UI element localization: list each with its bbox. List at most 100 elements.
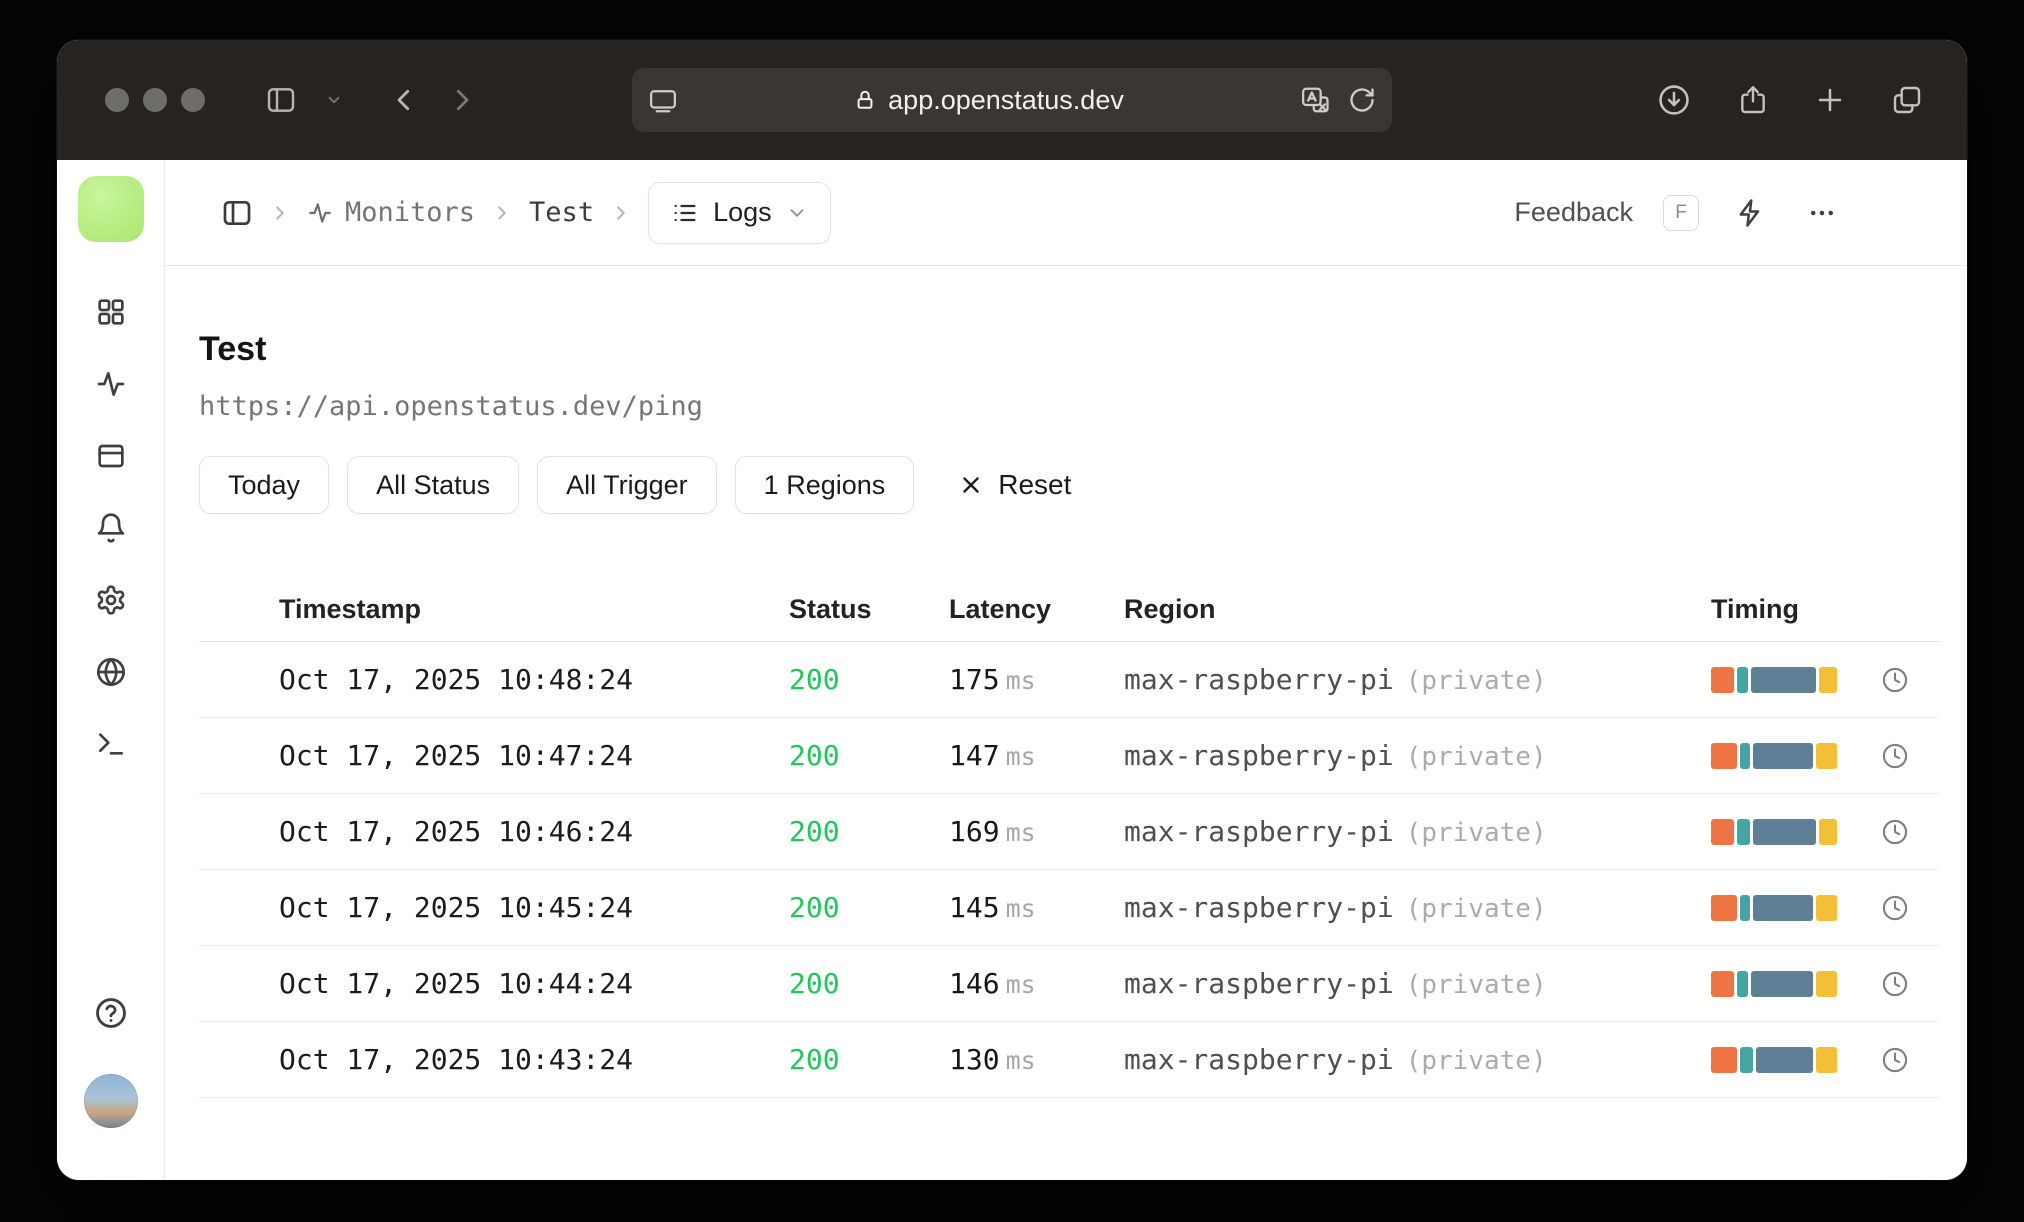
user-avatar[interactable] [83, 1074, 138, 1128]
logs-dropdown-button[interactable]: Logs [648, 181, 831, 244]
timing-segment-dns [1711, 1046, 1737, 1073]
clock-icon[interactable] [1881, 818, 1909, 846]
lock-icon [854, 89, 876, 111]
table-row[interactable]: Oct 17, 2025 10:48:24 200 175 ms max-rasp… [199, 642, 1939, 718]
chevron-down-icon [786, 202, 808, 224]
chevron-right-icon [491, 202, 513, 224]
clock-icon[interactable] [1881, 666, 1909, 694]
row-latency-value: 175 [949, 663, 1000, 696]
row-timestamp: Oct 17, 2025 10:47:24 [279, 739, 634, 772]
tab-overview-icon[interactable] [1891, 84, 1923, 116]
row-region: max-raspberry-pi [1124, 967, 1394, 1000]
timing-segment-transfer [1816, 742, 1837, 769]
back-icon[interactable] [389, 85, 419, 115]
row-latency-unit: ms [1005, 970, 1036, 999]
filter-date-button[interactable]: Today [199, 456, 330, 514]
lightning-icon[interactable] [1729, 192, 1771, 234]
filter-trigger-button[interactable]: All Trigger [537, 456, 717, 514]
timing-segment-dns [1711, 970, 1735, 997]
dashboard-grid-icon[interactable] [95, 296, 127, 328]
timing-segment-connect [1740, 742, 1751, 769]
page-settings-icon[interactable] [648, 85, 678, 115]
ellipsis-icon[interactable] [1801, 192, 1843, 234]
reset-filters-label: Reset [998, 469, 1072, 500]
table-row[interactable]: Oct 17, 2025 10:45:24 200 145 ms max-rasp… [199, 870, 1939, 946]
traffic-lights [105, 88, 205, 112]
monitors-activity-icon[interactable] [95, 368, 127, 400]
reset-filters-button[interactable]: Reset [958, 469, 1071, 501]
breadcrumb-monitors[interactable]: Monitors [307, 197, 475, 228]
terminal-icon[interactable] [95, 728, 127, 760]
row-timestamp: Oct 17, 2025 10:43:24 [279, 1043, 634, 1076]
timing-segment-connect [1737, 970, 1748, 997]
clock-icon[interactable] [1881, 970, 1909, 998]
notifications-bell-icon[interactable] [95, 512, 127, 544]
timing-segment-transfer [1816, 894, 1837, 921]
column-latency: Latency [949, 594, 1052, 624]
browser-window: app.openstatus.dev Monitors Test Logs Fe… [57, 40, 1967, 1180]
timing-segment-dns [1711, 666, 1735, 693]
forward-icon[interactable] [447, 85, 477, 115]
feedback-link[interactable]: Feedback [1514, 197, 1633, 228]
clock-icon[interactable] [1881, 1046, 1909, 1074]
app-sidebar [57, 160, 165, 1180]
row-status: 200 [789, 891, 840, 924]
help-icon[interactable] [94, 996, 128, 1030]
page-header: Monitors Test Logs Feedback F [165, 160, 1967, 266]
list-icon [671, 199, 699, 227]
row-latency-value: 130 [949, 1043, 1000, 1076]
row-status: 200 [789, 1043, 840, 1076]
row-latency-unit: ms [1005, 742, 1036, 771]
table-row[interactable]: Oct 17, 2025 10:46:24 200 169 ms max-rasp… [199, 794, 1939, 870]
timing-bar [1711, 970, 1841, 997]
row-timestamp: Oct 17, 2025 10:48:24 [279, 663, 634, 696]
timing-segment-ttfb [1750, 970, 1814, 997]
timing-bar [1711, 894, 1841, 921]
new-tab-icon[interactable] [1815, 85, 1845, 115]
row-region-note: (private) [1405, 970, 1547, 1000]
minimize-window-button[interactable] [143, 88, 167, 112]
zoom-window-button[interactable] [181, 88, 205, 112]
clock-icon[interactable] [1881, 894, 1909, 922]
table-row[interactable]: Oct 17, 2025 10:47:24 200 147 ms max-rasp… [199, 718, 1939, 794]
filter-regions-button[interactable]: 1 Regions [734, 456, 915, 514]
address-bar[interactable]: app.openstatus.dev [632, 68, 1392, 132]
column-timestamp: Timestamp [279, 594, 422, 624]
timing-segment-connect [1737, 666, 1748, 693]
row-region: max-raspberry-pi [1124, 1043, 1394, 1076]
translate-icon[interactable] [1300, 85, 1330, 115]
timing-segment-ttfb [1750, 666, 1816, 693]
filter-status-button[interactable]: All Status [347, 456, 520, 514]
filter-bar: Today All Status All Trigger 1 Regions R… [199, 456, 1939, 514]
sidebar-chevron-down-icon[interactable] [325, 91, 343, 109]
chevron-right-icon [610, 202, 632, 224]
settings-gear-icon[interactable] [95, 584, 127, 616]
breadcrumb-page[interactable]: Test [529, 197, 594, 228]
row-region: max-raspberry-pi [1124, 663, 1394, 696]
timing-segment-connect [1740, 894, 1751, 921]
timing-segment-ttfb [1753, 742, 1814, 769]
share-icon[interactable] [1737, 84, 1769, 116]
panel-toggle-icon[interactable] [221, 197, 253, 229]
row-region: max-raspberry-pi [1124, 739, 1394, 772]
close-icon [958, 472, 984, 498]
reload-icon[interactable] [1348, 86, 1376, 114]
breadcrumb-page-label: Test [529, 197, 595, 228]
timing-segment-transfer [1818, 666, 1837, 693]
row-status: 200 [789, 967, 840, 1000]
timing-segment-ttfb [1753, 894, 1814, 921]
row-region-note: (private) [1405, 742, 1547, 772]
status-pages-panel-icon[interactable] [95, 440, 127, 472]
sidebar-toggle-icon[interactable] [265, 84, 297, 116]
table-row[interactable]: Oct 17, 2025 10:44:24 200 146 ms max-rasp… [199, 946, 1939, 1022]
timing-segment-transfer [1816, 970, 1837, 997]
download-icon[interactable] [1657, 83, 1691, 117]
close-window-button[interactable] [105, 88, 129, 112]
row-latency-unit: ms [1005, 1046, 1036, 1075]
timing-bar [1711, 1046, 1841, 1073]
workspace-logo[interactable] [77, 176, 144, 242]
globe-icon[interactable] [95, 656, 127, 688]
feedback-shortcut-badge: F [1663, 194, 1699, 231]
table-row[interactable]: Oct 17, 2025 10:43:24 200 130 ms max-rasp… [199, 1022, 1939, 1098]
clock-icon[interactable] [1881, 742, 1909, 770]
